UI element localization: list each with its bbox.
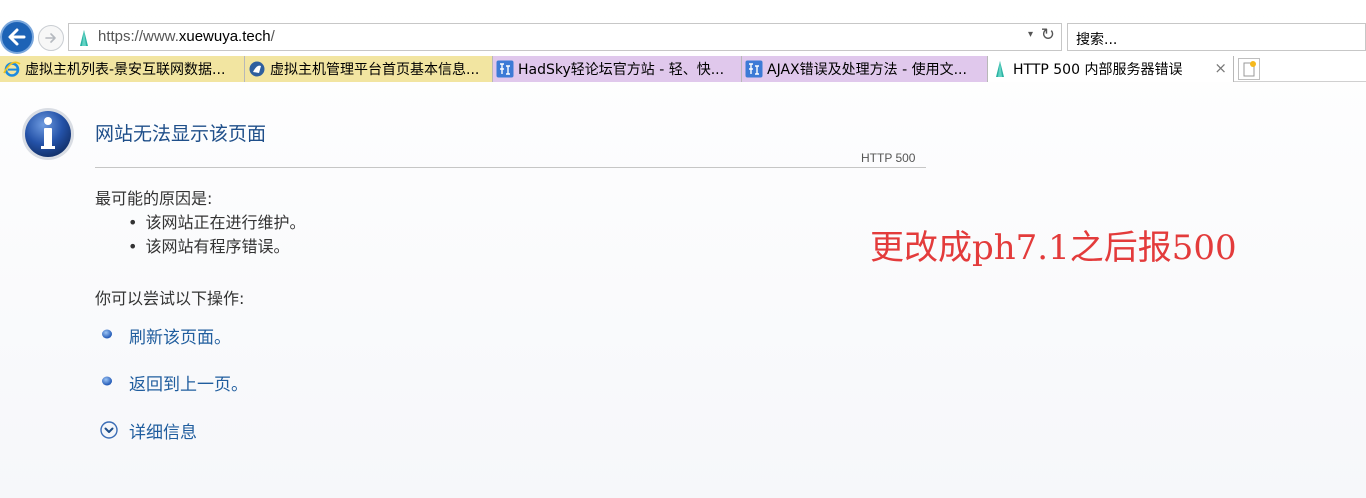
url-text: https://www.xuewuya.tech/ xyxy=(98,28,275,45)
tab-label: 虚拟主机列表-景安互联网数据... xyxy=(25,62,226,78)
blue-bullet-icon xyxy=(102,329,112,339)
go-back-label[interactable]: 返回到上一页。 xyxy=(129,370,248,395)
refresh-page-label[interactable]: 刷新该页面。 xyxy=(129,323,231,348)
tab-hadsky[interactable]: HadSky轻论坛官方站 - 轻、快... xyxy=(493,56,742,82)
host-panel-icon xyxy=(249,61,265,77)
chevron-down-icon xyxy=(100,421,118,439)
causes-heading: 最可能的原因是: xyxy=(95,189,213,208)
title-divider xyxy=(95,167,926,168)
tab-strip: 虚拟主机列表-景安互联网数据... 虚拟主机管理平台首页基本信息... HadS… xyxy=(0,56,1366,82)
http-status-code: HTTP 500 xyxy=(861,151,916,165)
go-back-link[interactable]: 返回到上一页。 xyxy=(100,370,248,395)
more-info-label[interactable]: 详细信息 xyxy=(129,418,197,443)
actions-heading: 你可以尝试以下操作: xyxy=(95,289,245,308)
blue-bullet-icon xyxy=(102,376,112,386)
tab-virtual-host-list[interactable]: 虚拟主机列表-景安互联网数据... xyxy=(0,56,245,82)
refresh-icon[interactable]: ↻ xyxy=(1041,25,1055,45)
page-title: 网站无法显示该页面 xyxy=(95,123,267,145)
url-dropdown-icon[interactable]: ▾ xyxy=(1028,29,1033,40)
search-input[interactable]: 搜索... xyxy=(1067,23,1366,51)
info-icon xyxy=(22,108,74,160)
cause-item: • 该网站正在进行维护。 xyxy=(128,209,305,233)
tab-label: AJAX错误及处理方法 - 使用文... xyxy=(767,62,967,78)
more-info-link[interactable]: 详细信息 xyxy=(100,418,197,443)
tab-ajax-error[interactable]: AJAX错误及处理方法 - 使用文... xyxy=(742,56,988,82)
url-input[interactable]: https://www.xuewuya.tech/ ▾ ↻ xyxy=(68,23,1062,51)
address-bar-row: https://www.xuewuya.tech/ ▾ ↻ 搜索... xyxy=(0,18,1366,56)
cause-item: • 该网站有程序错误。 xyxy=(128,233,289,257)
ie-icon xyxy=(3,61,21,77)
tab-label: 虚拟主机管理平台首页基本信息... xyxy=(270,62,480,78)
cause-text: 该网站正在进行维护。 xyxy=(145,213,306,232)
cause-text: 该网站有程序错误。 xyxy=(145,237,290,256)
tab-label: HadSky轻论坛官方站 - 轻、快... xyxy=(518,62,725,78)
search-placeholder: 搜索... xyxy=(1076,32,1118,48)
url-prefix: https://www. xyxy=(98,28,179,45)
url-suffix: / xyxy=(270,28,275,45)
forward-button[interactable] xyxy=(38,25,64,51)
site-favicon-icon xyxy=(996,61,1004,77)
site-favicon-icon xyxy=(80,30,88,46)
new-tab-button[interactable] xyxy=(1238,58,1260,80)
back-button[interactable] xyxy=(0,20,34,54)
bullet: • xyxy=(128,237,138,256)
tab-host-panel[interactable]: 虚拟主机管理平台首页基本信息... xyxy=(245,56,493,82)
tab-http-500-active[interactable]: HTTP 500 内部服务器错误 × xyxy=(988,56,1234,82)
close-tab-icon[interactable]: × xyxy=(1214,59,1227,77)
url-domain: xuewuya.tech xyxy=(178,28,271,45)
tab-label: HTTP 500 内部服务器错误 xyxy=(1013,62,1183,78)
red-annotation-text: 更改成ph7.1之后报500 xyxy=(870,228,1237,268)
bullet: • xyxy=(128,213,138,232)
forward-arrow-icon xyxy=(45,33,56,43)
hadsky-icon xyxy=(496,60,514,78)
back-arrow-icon xyxy=(8,28,26,46)
refresh-page-link[interactable]: 刷新该页面。 xyxy=(100,323,231,348)
new-tab-icon xyxy=(1243,61,1256,77)
hadsky-icon xyxy=(745,60,763,78)
